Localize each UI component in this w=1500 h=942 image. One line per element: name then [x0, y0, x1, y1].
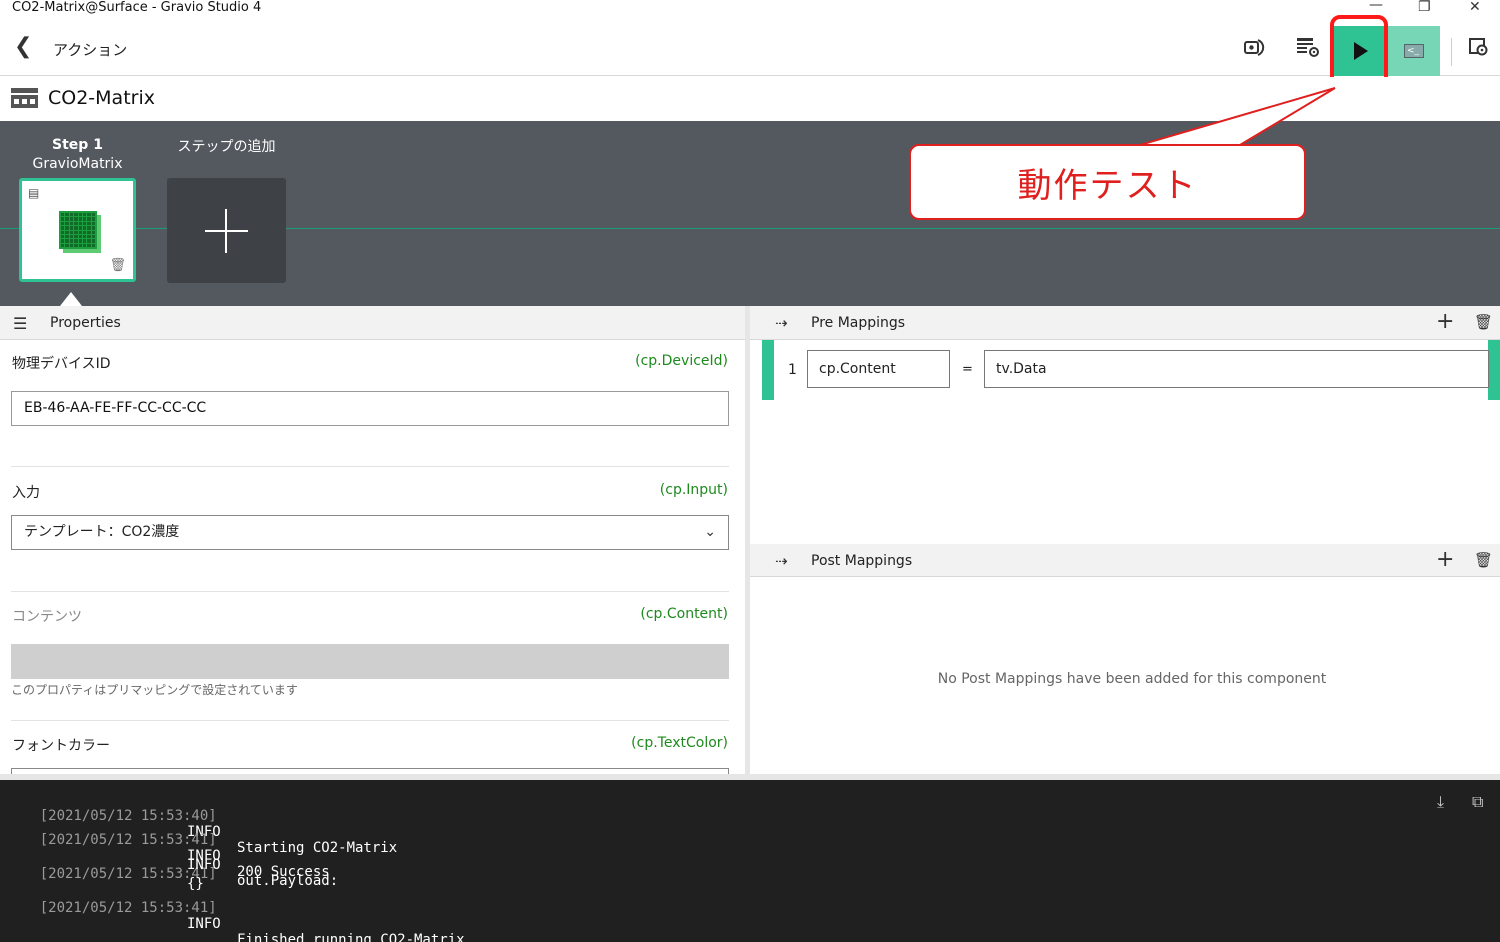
post-mappings-empty-message: No Post Mappings have been added for thi… [937, 671, 1327, 687]
properties-panel: 物理デバイスID (cp.DeviceId) EB-46-AA-FE-FF-CC… [0, 340, 745, 774]
input-select-value: テンプレート：CO2濃度 [24, 524, 180, 540]
log-message: Starting CO2-Matrix [237, 840, 398, 856]
input-select[interactable]: テンプレート：CO2濃度 ⌄ [11, 515, 729, 550]
close-button[interactable]: ✕ [1469, 0, 1481, 14]
log-message: out.Payload: [237, 873, 339, 889]
gear-export-icon[interactable] [1468, 36, 1492, 63]
delete-pre-mapping-icon[interactable]: 🗑 [1474, 313, 1493, 331]
export-icon: ⇢ [775, 552, 788, 570]
pre-mappings-title: Pre Mappings [811, 315, 906, 331]
callout-text: 動作テスト [1017, 166, 1198, 206]
content-input-disabled [11, 644, 729, 679]
back-label[interactable]: アクション [53, 39, 127, 60]
delete-post-mapping-icon[interactable]: 🗑 [1474, 551, 1493, 569]
back-icon[interactable]: ❮ [14, 35, 32, 59]
step-component: GravioMatrix [32, 156, 123, 172]
log-level: INFO [187, 916, 221, 932]
content-label: コンテンツ [12, 609, 82, 625]
font-color-key: (cp.TextColor) [631, 735, 728, 751]
mapping-index: 1 [788, 362, 797, 378]
post-mappings-panel: No Post Mappings have been added for thi… [750, 577, 1500, 774]
console-button[interactable]: <_ [1388, 26, 1440, 76]
settings-table-icon[interactable] [1296, 36, 1320, 63]
add-step-label: ステップの追加 [177, 139, 276, 155]
input-label: 入力 [12, 485, 40, 501]
matrix-icon [59, 211, 97, 249]
chevron-down-icon: ⌄ [704, 524, 716, 540]
properties-title: Properties [50, 315, 121, 331]
log-timestamp: [2021/05/12 15:53:41] [39, 832, 217, 848]
selected-step-pointer [60, 292, 82, 306]
log-level: INFO [187, 857, 221, 873]
pre-mapping-row: 1 cp.Content = tv.Data [762, 340, 1500, 400]
download-icon[interactable]: ⤓ [1437, 792, 1444, 812]
title-bar: CO2-Matrix@Surface - Gravio Studio 4 — ❐… [0, 0, 1500, 22]
mapping-source-input[interactable]: tv.Data [984, 350, 1489, 388]
window-title: CO2-Matrix@Surface - Gravio Studio 4 [12, 0, 262, 15]
callout-box: 動作テスト [909, 144, 1306, 220]
log-panel: [2021/05/12 15:53:40] INFO Starting CO2-… [0, 780, 1500, 942]
device-id-label: 物理デバイスID [12, 356, 111, 372]
input-key: (cp.Input) [659, 482, 728, 498]
log-message: Finished running CO2-Matrix [237, 932, 465, 942]
console-icon: <_ [1404, 44, 1424, 58]
mapping-target-input[interactable]: cp.Content [807, 350, 950, 388]
action-header: CO2-Matrix [0, 77, 1500, 121]
pre-mappings-header: ⇢ Pre Mappings + 🗑 [750, 306, 1500, 340]
action-name: CO2-Matrix [48, 87, 155, 109]
content-key: (cp.Content) [640, 606, 728, 622]
add-step-button[interactable] [167, 178, 286, 283]
post-mappings-header: ⇢ Post Mappings + 🗑 [750, 544, 1500, 577]
minimize-button[interactable]: — [1369, 0, 1383, 12]
add-pre-mapping-button[interactable]: + [1436, 309, 1454, 334]
broadcast-icon[interactable] [1243, 36, 1265, 63]
mapping-operator: = [962, 362, 973, 377]
post-mappings-title: Post Mappings [811, 553, 913, 569]
component-info-icon[interactable]: ▤ [28, 186, 39, 200]
toolbar-separator [1451, 38, 1452, 66]
step-label: Step 1 GravioMatrix [19, 136, 136, 174]
delete-step-icon[interactable]: 🗑 [109, 258, 126, 273]
sliders-icon: ☰ [13, 314, 28, 333]
toolbar: ❮ アクション <_ [0, 22, 1500, 76]
log-line: [2021/05/12 15:53:41] INFO Finished runn… [6, 884, 465, 942]
step-title: Step 1 [52, 137, 103, 153]
properties-header: ☰ Properties [0, 306, 745, 340]
import-icon: ⇢ [775, 314, 788, 332]
action-icon [11, 88, 38, 108]
copy-icon[interactable]: ⧉ [1472, 792, 1483, 812]
add-post-mapping-button[interactable]: + [1436, 547, 1454, 572]
device-id-key: (cp.DeviceId) [635, 353, 728, 369]
step-card[interactable]: ▤ 🗑 [19, 178, 136, 282]
log-timestamp: [2021/05/12 15:53:41] [39, 900, 217, 916]
content-hint: このプロパティはプリマッピングで設定されています [11, 683, 298, 697]
device-id-input[interactable]: EB-46-AA-FE-FF-CC-CC-CC [11, 391, 729, 426]
font-color-label: フォントカラー [12, 738, 110, 754]
restore-button[interactable]: ❐ [1418, 0, 1431, 14]
